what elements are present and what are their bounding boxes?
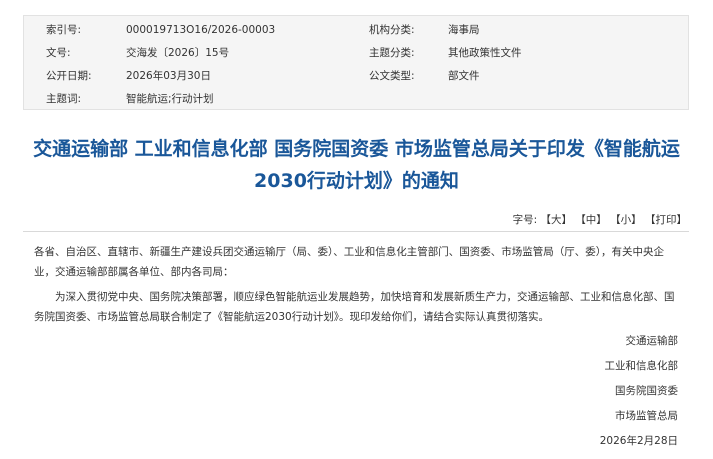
font-size-label: 字号: [512,214,538,226]
index-number-label: 索引号: [46,24,82,36]
metadata-row: 公开日期: 2026年03月30日 公文类型: 部文件 [24,65,688,87]
agency-category-value: 海事局 [448,24,480,36]
doc-number-label: 文号: [46,47,71,59]
font-medium-button[interactable]: 【中】 [575,214,607,226]
publish-date-value: 2026年03月30日 [126,70,211,82]
print-button[interactable]: 【打印】 [645,214,687,226]
doc-type-value: 部文件 [448,70,480,82]
keywords-value: 智能航运;行动计划 [126,93,214,105]
topic-category-label: 主题分类: [369,47,415,59]
metadata-row: 主题词: 智能航运;行动计划 [24,88,688,110]
topic-category-value: 其他政策性文件 [448,47,522,59]
divider [23,231,689,232]
font-size-toolbar: 字号: 【大】 【中】 【小】 【打印】 [513,212,687,227]
index-number-value: 000019713O16/2026-00003 [126,24,276,36]
signature-sasac: 国务院国资委 [615,385,678,397]
signature-ministry-transport: 交通运输部 [625,335,679,347]
agency-category-label: 机构分类: [369,24,415,36]
font-large-button[interactable]: 【大】 [540,214,572,226]
signature-samr: 市场监管总局 [615,410,678,422]
keywords-label: 主题词: [46,93,82,105]
signature-date: 2026年2月28日 [599,435,678,447]
metadata-row: 索引号: 000019713O16/2026-00003 机构分类: 海事局 [24,19,688,41]
body-paragraph: 为深入贯彻党中央、国务院决策部署，顺应绿色智能航运业发展趋势，加快培育和发展新质… [34,291,675,323]
metadata-table: 索引号: 000019713O16/2026-00003 机构分类: 海事局 文… [23,15,689,110]
doc-type-label: 公文类型: [369,70,415,82]
signature-miit: 工业和信息化部 [604,360,679,372]
doc-number-value: 交海发〔2026〕15号 [126,47,230,59]
page-title: 交通运输部 工业和信息化部 国务院国资委 市场监管总局关于印发《智能航运2030… [33,138,680,192]
recipients-paragraph: 各省、自治区、直辖市、新疆生产建设兵团交通运输厅（局、委）、工业和信息化主管部门… [34,246,664,278]
publish-date-label: 公开日期: [46,70,92,82]
font-small-button[interactable]: 【小】 [610,214,642,226]
metadata-row: 文号: 交海发〔2026〕15号 主题分类: 其他政策性文件 [24,42,688,64]
